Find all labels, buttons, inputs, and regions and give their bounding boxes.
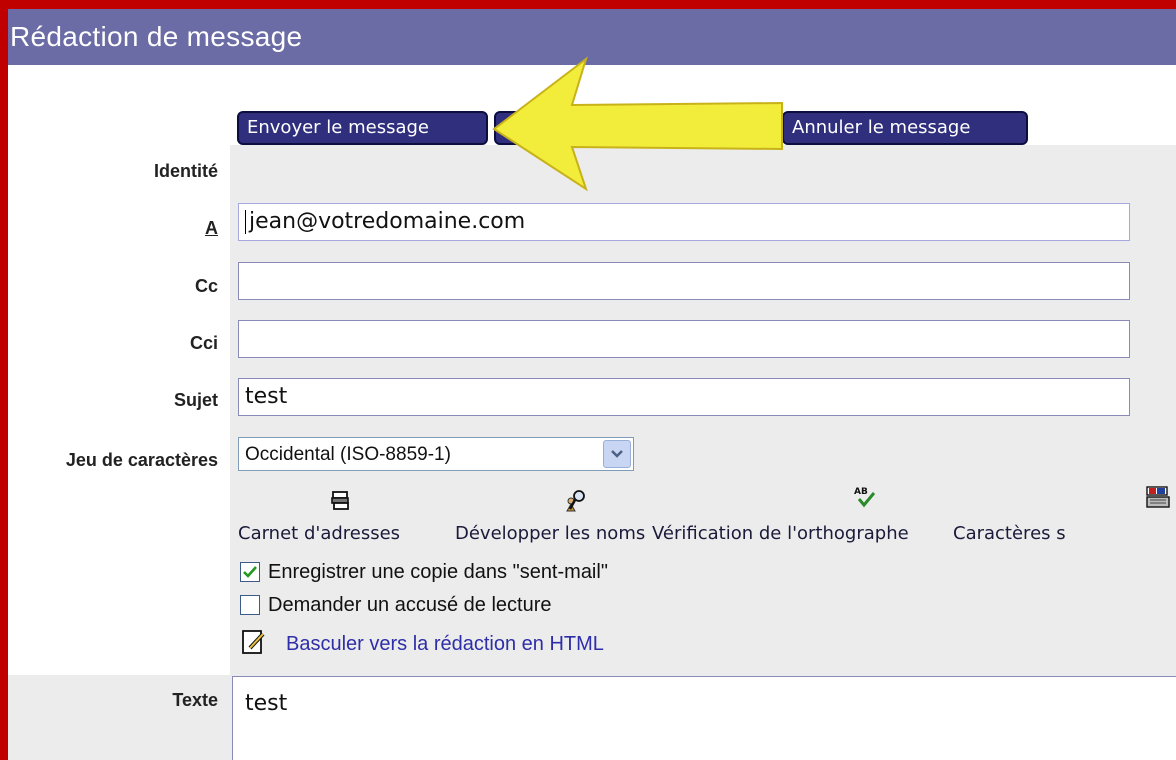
- subject-field[interactable]: test: [238, 378, 1130, 416]
- subject-label: Sujet: [173, 390, 218, 410]
- html-toggle-link[interactable]: Basculer vers la rédaction en HTML: [286, 633, 604, 656]
- save-copy-label: Enregistrer une copie dans "sent-mail": [268, 561, 608, 583]
- bcc-label: Cci: [189, 333, 218, 353]
- cc-field[interactable]: [238, 262, 1130, 300]
- cancel-message-label: Annuler le message: [792, 117, 971, 138]
- compose-frame: Rédaction de message Envoyer le message …: [8, 9, 1176, 760]
- body-textarea-value: test: [245, 691, 288, 716]
- read-receipt-checkbox[interactable]: [240, 595, 260, 615]
- svg-text:AB: AB: [854, 487, 868, 497]
- charset-select-value: Occidental (ISO-8859-1): [245, 444, 451, 465]
- spellcheck-icon[interactable]: AB: [852, 485, 878, 509]
- to-label: A: [205, 218, 218, 238]
- send-message-button[interactable]: Envoyer le message: [237, 111, 488, 145]
- bcc-field[interactable]: [238, 320, 1130, 358]
- expand-names-icon[interactable]: [563, 489, 587, 513]
- addressbook-icon[interactable]: [330, 489, 352, 511]
- chevron-down-icon[interactable]: [603, 440, 631, 468]
- edit-pencil-icon[interactable]: [241, 628, 267, 656]
- spellcheck-link[interactable]: Vérification de l'orthographe: [652, 523, 909, 544]
- body-label: Texte: [172, 690, 218, 710]
- expand-names-link[interactable]: Développer les noms: [455, 523, 645, 544]
- charset-select[interactable]: Occidental (ISO-8859-1): [238, 437, 634, 471]
- yellow-arrow-icon: [492, 56, 783, 192]
- special-characters-icon[interactable]: [1145, 485, 1171, 509]
- identity-label: Identité: [153, 161, 218, 181]
- read-receipt-label: Demander un accusé de lecture: [268, 594, 552, 616]
- special-characters-link[interactable]: Caractères s: [953, 523, 1066, 544]
- addressbook-link[interactable]: Carnet d'adresses: [238, 523, 400, 544]
- send-message-label: Envoyer le message: [247, 117, 429, 138]
- body-textarea[interactable]: test: [232, 676, 1176, 760]
- charset-label: Jeu de caractères: [65, 450, 218, 470]
- cc-label: Cc: [194, 276, 218, 296]
- to-field[interactable]: jean@votredomaine.com: [238, 203, 1130, 241]
- text-cursor: [245, 210, 246, 234]
- save-copy-checkbox[interactable]: [240, 562, 260, 582]
- to-field-value: jean@votredomaine.com: [249, 209, 526, 234]
- subject-field-value: test: [245, 384, 288, 409]
- cancel-message-button[interactable]: Annuler le message: [782, 111, 1028, 145]
